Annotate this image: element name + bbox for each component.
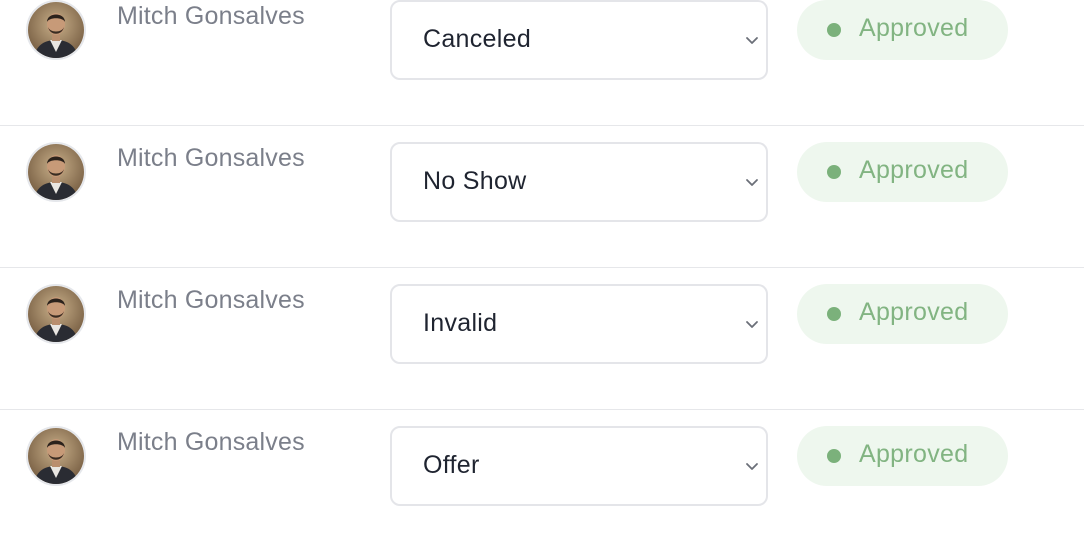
chevron-down-icon xyxy=(746,463,758,470)
status-badge-label: Approved xyxy=(859,14,969,42)
status-select-value: Canceled xyxy=(423,25,532,53)
candidate-list: Mitch Gonsalves Canceled Approved Mitch … xyxy=(0,0,1084,538)
status-select[interactable]: No Show xyxy=(390,142,768,222)
status-badge-label: Approved xyxy=(859,440,969,468)
user-avatar-photo-icon xyxy=(28,2,84,58)
avatar[interactable] xyxy=(26,142,86,202)
status-select-value: Offer xyxy=(423,451,480,479)
status-badge-label: Approved xyxy=(859,298,969,326)
status-badge: Approved xyxy=(797,284,1008,344)
candidate-name: Mitch Gonsalves xyxy=(117,286,305,314)
status-badge: Approved xyxy=(797,426,1008,486)
chevron-down-icon xyxy=(746,179,758,186)
list-item: Mitch Gonsalves Invalid Approved xyxy=(0,268,1084,410)
status-select-value: No Show xyxy=(423,167,527,195)
list-item: Mitch Gonsalves Canceled Approved xyxy=(0,0,1084,126)
status-dot xyxy=(827,307,841,321)
status-dot xyxy=(827,449,841,463)
status-dot xyxy=(827,165,841,179)
status-dot xyxy=(827,23,841,37)
status-badge: Approved xyxy=(797,142,1008,202)
candidate-name: Mitch Gonsalves xyxy=(117,428,305,456)
user-avatar-photo-icon xyxy=(28,286,84,342)
candidate-name: Mitch Gonsalves xyxy=(117,144,305,172)
status-select[interactable]: Invalid xyxy=(390,284,768,364)
avatar[interactable] xyxy=(26,0,86,60)
status-select[interactable]: Offer xyxy=(390,426,768,506)
candidate-name: Mitch Gonsalves xyxy=(117,2,305,30)
user-avatar-photo-icon xyxy=(28,144,84,200)
chevron-down-icon xyxy=(746,37,758,44)
list-item: Mitch Gonsalves Offer Approved xyxy=(0,410,1084,538)
status-select-value: Invalid xyxy=(423,309,498,337)
status-badge-label: Approved xyxy=(859,156,969,184)
avatar[interactable] xyxy=(26,426,86,486)
user-avatar-photo-icon xyxy=(28,428,84,484)
status-badge: Approved xyxy=(797,0,1008,60)
status-select[interactable]: Canceled xyxy=(390,0,768,80)
avatar[interactable] xyxy=(26,284,86,344)
list-item: Mitch Gonsalves No Show Approved xyxy=(0,126,1084,268)
chevron-down-icon xyxy=(746,321,758,328)
